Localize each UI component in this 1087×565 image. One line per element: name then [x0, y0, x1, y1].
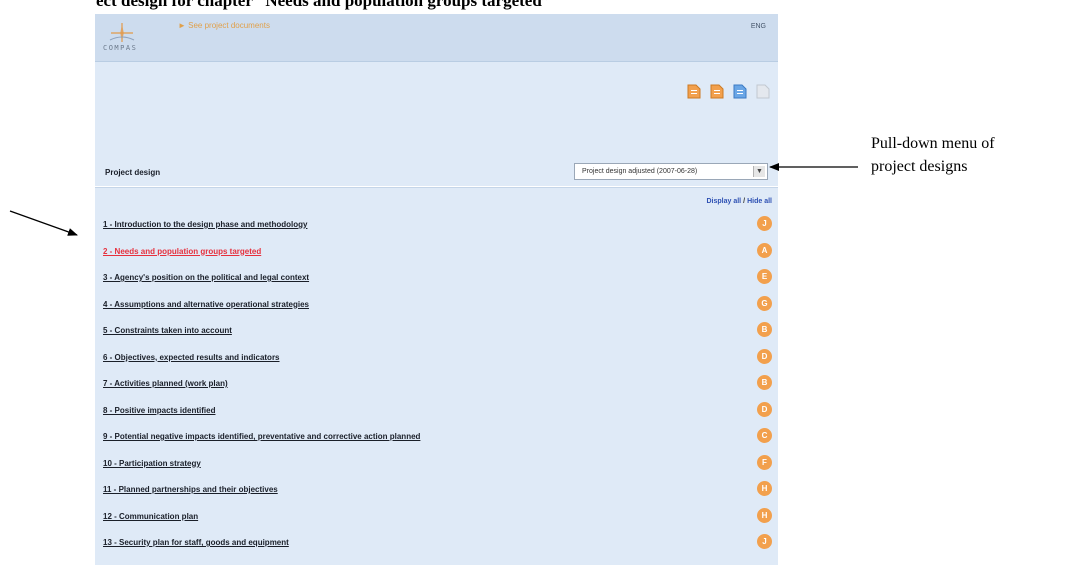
- callout-line: project designs: [871, 158, 968, 175]
- annotation-arrows: [9, 163, 858, 236]
- arrow-to-chapter-2: [9, 210, 78, 236]
- pull-down-callout: Pull-down menu of project designs: [871, 132, 995, 178]
- callout-line: Pull-down menu of: [871, 135, 995, 152]
